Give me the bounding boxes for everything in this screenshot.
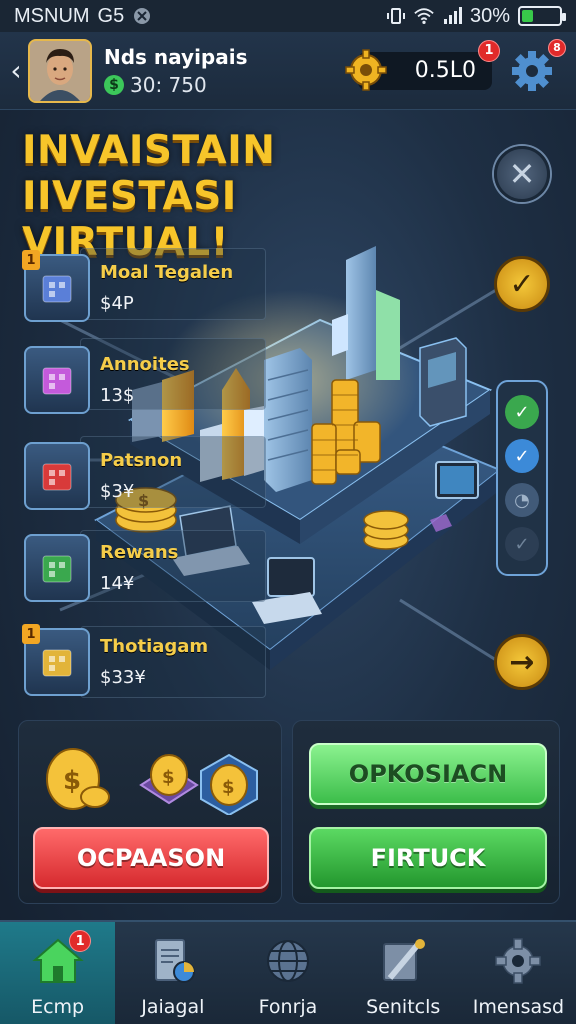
- investment-price: $4P: [100, 293, 134, 314]
- player-name: Nds nayipais: [104, 44, 248, 69]
- investment-item[interactable]: Rewans 14¥: [24, 530, 178, 606]
- player-profile: Nds nayipais $ 30: 750: [104, 45, 248, 97]
- tools-icon: [376, 934, 430, 988]
- svg-text:$: $: [222, 777, 235, 798]
- investment-text: Annoites 13$: [100, 354, 190, 406]
- investment-icon: 1: [22, 250, 90, 322]
- currency-badge: 1: [478, 39, 500, 62]
- toggle-check-green[interactable]: ✓: [505, 395, 539, 429]
- dollar-icon: $: [104, 74, 124, 95]
- close-button[interactable]: ✕: [494, 146, 550, 202]
- investment-price: 13$: [100, 385, 135, 406]
- nav-item-home[interactable]: 1 Ecmp: [0, 922, 116, 1024]
- investment-name: Rewans: [100, 542, 179, 563]
- player-balance: 30: 750: [130, 72, 207, 97]
- nav-item-tools[interactable]: Senitcls: [346, 922, 461, 1024]
- battery-fill: [522, 10, 533, 22]
- toggle-check-blue[interactable]: ✓: [505, 439, 539, 473]
- nav-item-gear[interactable]: Imensasd: [461, 922, 576, 1024]
- battery-percent: 30%: [469, 4, 510, 27]
- investment-name: Annoites: [100, 354, 190, 375]
- next-arrow-button[interactable]: →: [494, 634, 550, 690]
- gear-icon: [512, 50, 552, 91]
- arrow-right-icon: →: [509, 644, 535, 680]
- gold-gear-icon: [345, 48, 387, 91]
- investment-price: 14¥: [100, 573, 135, 594]
- investment-item[interactable]: 1 Moal Tegalen $4P: [22, 250, 233, 326]
- settings-button[interactable]: 8: [508, 38, 566, 95]
- light-green-action-button[interactable]: OPKOSIACN: [309, 743, 547, 805]
- investment-text: Rewans 14¥: [100, 542, 178, 594]
- vibrate-icon: [386, 6, 406, 26]
- status-carrier-text: MSNUM: [14, 4, 90, 27]
- toggle-column: ✓ ✓ ◔ ✓: [496, 380, 548, 576]
- investment-item[interactable]: 1 Thotiagam $33¥: [22, 624, 208, 700]
- investment-icon: [24, 346, 90, 414]
- investment-item[interactable]: Patsnon $3¥: [24, 438, 182, 514]
- battery-icon: [518, 6, 566, 26]
- document-chart-icon: [146, 934, 200, 988]
- nav-label: Senitcls: [366, 996, 441, 1018]
- svg-text:$: $: [162, 767, 175, 788]
- investment-name: Thotiagam: [100, 636, 209, 657]
- back-chevron-icon[interactable]: ‹: [6, 51, 26, 91]
- red-action-button[interactable]: OCPAASON: [33, 827, 269, 889]
- toggle-clock[interactable]: ◔: [505, 483, 539, 517]
- nav-badge: 1: [69, 930, 92, 952]
- nav-item-document-chart[interactable]: Jaiagal: [115, 922, 230, 1024]
- confirm-button[interactable]: ✓: [494, 256, 550, 312]
- coins-illustration: $ $ $: [46, 748, 258, 815]
- coin-action-panel: $ $ $ OCPAASON: [18, 720, 282, 904]
- investment-text: Moal Tegalen $4P: [100, 262, 233, 314]
- investment-icon: [24, 442, 90, 510]
- svg-text:$: $: [63, 766, 81, 796]
- bottom-nav: 1 Ecmp Jaiagal Fonrja Senitcls Imensasd: [0, 920, 576, 1024]
- nav-label: Jaiagal: [141, 996, 205, 1018]
- toggle-off[interactable]: ✓: [505, 527, 539, 561]
- globe-icon: [261, 934, 315, 988]
- investment-text: Patsnon $3¥: [100, 450, 182, 502]
- investment-name: Moal Tegalen: [100, 262, 234, 283]
- investment-price: $3¥: [100, 481, 135, 502]
- status-bar: MSNUM G5 30%: [0, 0, 576, 32]
- dark-green-action-button[interactable]: FIRTUCK: [309, 827, 547, 889]
- nav-label: Imensasd: [472, 996, 565, 1018]
- nav-label: Fonrja: [258, 996, 318, 1018]
- currency-value: 0.5L0: [414, 58, 476, 83]
- gear-icon: [491, 934, 545, 988]
- investment-name: Patsnon: [100, 450, 183, 471]
- close-icon: ✕: [508, 155, 536, 193]
- investment-price: $33¥: [100, 667, 146, 688]
- green-action-panel: OPKOSIACN FIRTUCK: [292, 720, 560, 904]
- investment-item[interactable]: Annoites 13$: [24, 342, 190, 418]
- settings-badge: 8: [548, 38, 566, 57]
- status-network-text: G5: [97, 4, 125, 27]
- investment-icon: 1: [22, 624, 90, 696]
- player-balance-row: $ 30: 750: [104, 73, 248, 97]
- investment-text: Thotiagam $33¥: [100, 636, 208, 688]
- checkmark-icon: ✓: [509, 266, 535, 302]
- investment-icon: [24, 534, 90, 602]
- muted-icon: [132, 6, 152, 26]
- wifi-icon: [414, 6, 434, 26]
- player-header: ‹ Nds nayipais $ 30: 750 0.5L0 1 8: [0, 32, 576, 110]
- nav-item-globe[interactable]: Fonrja: [230, 922, 345, 1024]
- avatar[interactable]: [28, 38, 92, 103]
- investment-badge: 1: [22, 250, 40, 270]
- signal-icon: [442, 6, 462, 26]
- currency-display[interactable]: 0.5L0 1: [345, 39, 500, 91]
- title-line-1: INVAISTAIN IIVESTASI: [22, 128, 276, 219]
- investment-badge: 1: [22, 624, 40, 644]
- nav-label: Ecmp: [31, 996, 85, 1018]
